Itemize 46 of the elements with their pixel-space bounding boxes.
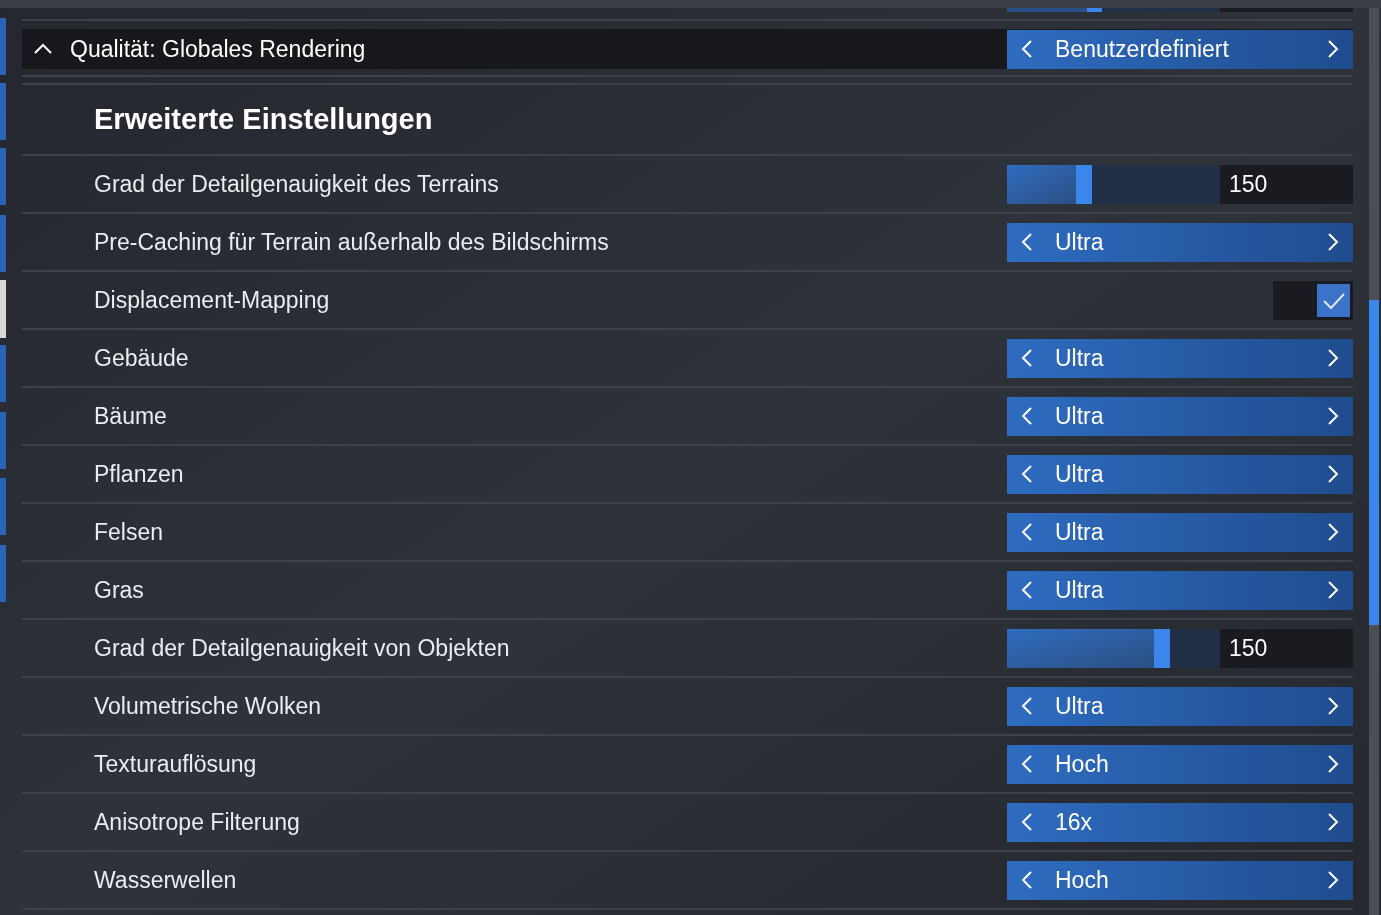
setting-label: Texturauflösung <box>94 749 258 779</box>
setting-label: Pflanzen <box>94 459 185 489</box>
setting-label: Bäume <box>94 401 168 431</box>
option-stepper[interactable]: Ultra <box>1007 222 1353 262</box>
option-stepper[interactable]: Ultra <box>1007 396 1353 436</box>
option-stepper[interactable]: Ultra <box>1007 686 1353 726</box>
section-title: Qualität: Globales Rendering <box>70 34 367 64</box>
option-stepper[interactable]: Ultra <box>1007 454 1353 494</box>
option-value: Benutzerdefiniert <box>1055 34 1230 64</box>
option-stepper[interactable]: Hoch <box>1007 744 1353 784</box>
setting-label: Grad der Detailgenauigkeit des Terrains <box>94 169 500 199</box>
setting-label: Displacement-Mapping <box>94 285 331 315</box>
option-stepper[interactable]: Ultra <box>1007 512 1353 552</box>
section-header[interactable]: Qualität: Globales Rendering Benutzerdefiniert <box>22 29 1353 69</box>
setting-label: Grad der Detailgenauigkeit von Objekten <box>94 633 511 663</box>
checkbox[interactable] <box>1273 280 1353 320</box>
option-value: Ultra <box>1055 343 1105 373</box>
slider-value-field[interactable]: 150 <box>1220 628 1353 668</box>
slider-thumb[interactable] <box>1076 164 1092 204</box>
option-value: Ultra <box>1055 227 1105 257</box>
option-value: Ultra <box>1055 459 1105 489</box>
option-value: Ultra <box>1055 575 1105 605</box>
scrollbar-thumb[interactable] <box>1369 300 1379 625</box>
option-stepper[interactable]: Benutzerdefiniert <box>1007 29 1353 69</box>
option-stepper[interactable]: Ultra <box>1007 338 1353 378</box>
option-value: Hoch <box>1055 865 1110 895</box>
check-icon <box>1317 283 1350 317</box>
setting-label: Wasserwellen <box>94 865 238 895</box>
setting-label: Pre-Caching für Terrain außerhalb des Bildschirms <box>94 227 610 257</box>
option-value: Ultra <box>1055 401 1105 431</box>
option-stepper[interactable]: Ultra <box>1007 570 1353 610</box>
section-heading: Erweiterte Einstellungen <box>94 101 433 137</box>
setting-label: Volumetrische Wolken <box>94 691 323 721</box>
option-value: Ultra <box>1055 517 1105 547</box>
scrollbar-track[interactable] <box>1369 8 1379 915</box>
setting-label: Gebäude <box>94 343 190 373</box>
setting-label: Gras <box>94 575 145 605</box>
option-value: Ultra <box>1055 691 1105 721</box>
option-value: Hoch <box>1055 749 1110 779</box>
setting-label: Anisotrope Filterung <box>94 807 301 837</box>
option-stepper[interactable]: 16x <box>1007 802 1353 842</box>
slider-value-field[interactable]: 150 <box>1220 164 1353 204</box>
option-stepper[interactable]: Hoch <box>1007 860 1353 900</box>
slider-thumb[interactable] <box>1154 628 1170 668</box>
option-value: 16x <box>1055 807 1094 837</box>
setting-label: Felsen <box>94 517 165 547</box>
